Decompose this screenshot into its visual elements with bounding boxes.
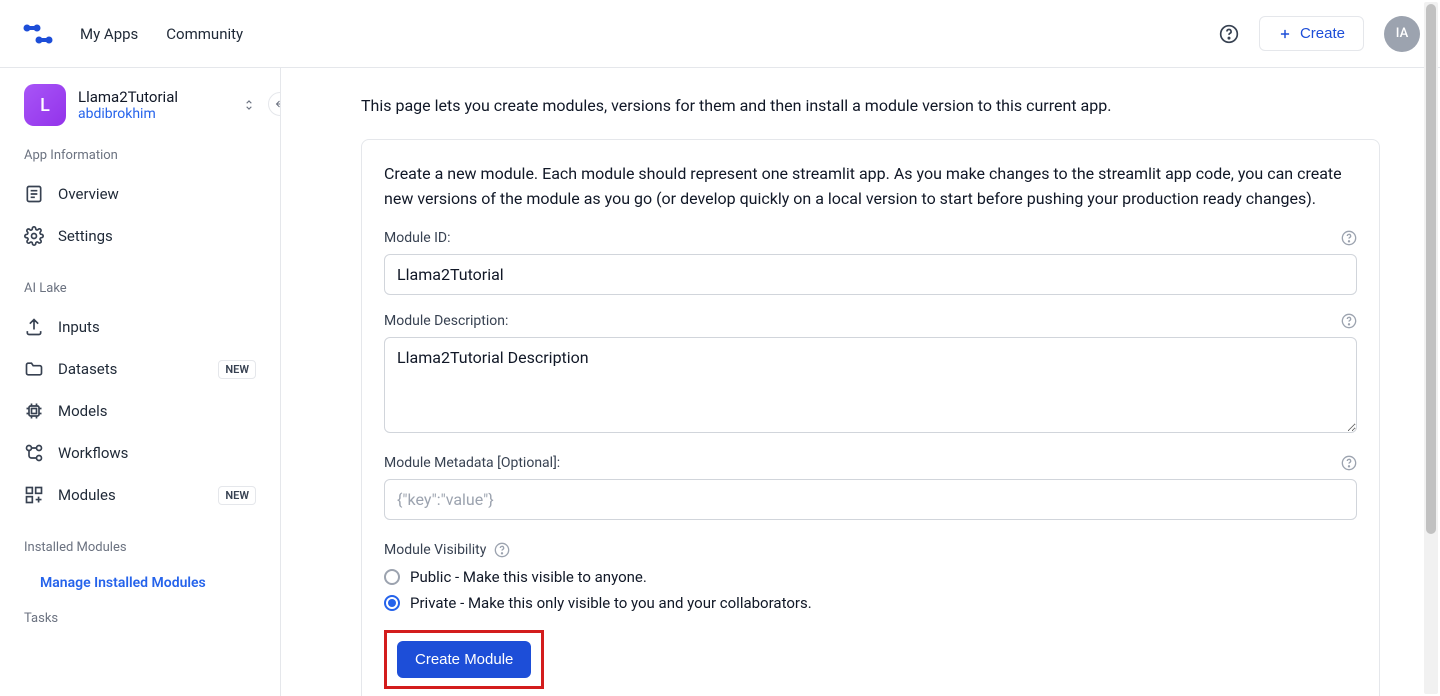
radio-icon — [384, 569, 400, 585]
manage-installed-link[interactable]: Manage Installed Modules — [24, 565, 256, 593]
top-header: My Apps Community Create IA — [0, 0, 1440, 68]
sidebar: L Llama2Tutorial abdibrokhim App Informa… — [0, 68, 281, 696]
sidebar-item-inputs[interactable]: Inputs — [24, 306, 256, 348]
visibility-private-radio[interactable]: Private - Make this only visible to you … — [384, 594, 1357, 612]
sidebar-item-modules[interactable]: Modules NEW — [24, 474, 256, 516]
plus-icon — [1278, 27, 1292, 41]
avatar[interactable]: IA — [1384, 16, 1420, 52]
sidebar-item-label: Settings — [58, 227, 113, 245]
workflow-icon — [24, 443, 44, 463]
create-module-card: Create a new module. Each module should … — [361, 139, 1380, 696]
module-desc-textarea[interactable] — [384, 337, 1357, 433]
chevron-up-down-icon — [242, 96, 256, 114]
app-icon: L — [24, 84, 66, 126]
app-name: Llama2Tutorial — [78, 88, 178, 106]
radio-label: Public - Make this visible to anyone. — [410, 568, 647, 586]
radio-icon — [384, 595, 400, 611]
visibility-label: Module Visibility — [384, 542, 486, 558]
module-id-input[interactable] — [384, 254, 1357, 295]
sidebar-item-label: Inputs — [58, 318, 100, 336]
sidebar-item-label: Overview — [58, 185, 119, 203]
chip-icon — [24, 401, 44, 421]
sidebar-item-settings[interactable]: Settings — [24, 215, 256, 257]
module-desc-label: Module Description: — [384, 313, 508, 329]
help-icon[interactable] — [1341, 455, 1357, 471]
sidebar-item-label: Workflows — [58, 444, 128, 462]
visibility-public-radio[interactable]: Public - Make this visible to anyone. — [384, 568, 1357, 586]
help-icon[interactable] — [494, 542, 510, 558]
upload-icon — [24, 317, 44, 337]
scrollbar[interactable] — [1424, 2, 1438, 694]
new-badge: NEW — [218, 486, 256, 505]
main-content: This page lets you create modules, versi… — [281, 68, 1440, 696]
app-username[interactable]: abdibrokhim — [78, 106, 178, 122]
create-button[interactable]: Create — [1259, 16, 1364, 51]
help-icon[interactable] — [1341, 313, 1357, 329]
modules-icon — [24, 485, 44, 505]
highlight-box: Create Module — [384, 630, 544, 689]
sidebar-item-workflows[interactable]: Workflows — [24, 432, 256, 474]
card-description: Create a new module. Each module should … — [384, 162, 1357, 212]
module-meta-label: Module Metadata [Optional]: — [384, 455, 560, 471]
app-switcher[interactable]: L Llama2Tutorial abdibrokhim — [24, 84, 256, 126]
sidebar-item-label: Modules — [58, 486, 116, 504]
help-icon[interactable] — [1219, 24, 1239, 44]
module-id-label: Module ID: — [384, 230, 451, 246]
nav-my-apps[interactable]: My Apps — [80, 25, 138, 43]
nav-community[interactable]: Community — [166, 25, 243, 43]
radio-label: Private - Make this only visible to you … — [410, 594, 812, 612]
page-intro: This page lets you create modules, versi… — [361, 96, 1380, 115]
section-app-info: App Information — [24, 148, 256, 163]
gear-icon — [24, 226, 44, 246]
section-ai-lake: AI Lake — [24, 281, 256, 296]
app-logo[interactable] — [20, 16, 56, 52]
sidebar-item-models[interactable]: Models — [24, 390, 256, 432]
module-meta-input[interactable] — [384, 479, 1357, 520]
section-tasks: Tasks — [0, 593, 280, 632]
sidebar-item-datasets[interactable]: Datasets NEW — [24, 348, 256, 390]
new-badge: NEW — [218, 360, 256, 379]
sidebar-item-overview[interactable]: Overview — [24, 173, 256, 215]
create-button-label: Create — [1300, 25, 1345, 42]
help-icon[interactable] — [1341, 230, 1357, 246]
sidebar-item-label: Datasets — [58, 360, 117, 378]
scrollbar-thumb[interactable] — [1426, 4, 1436, 534]
folder-icon — [24, 359, 44, 379]
sidebar-item-label: Models — [58, 402, 107, 420]
section-installed: Installed Modules — [24, 540, 256, 555]
create-module-button[interactable]: Create Module — [397, 641, 531, 678]
document-icon — [24, 184, 44, 204]
